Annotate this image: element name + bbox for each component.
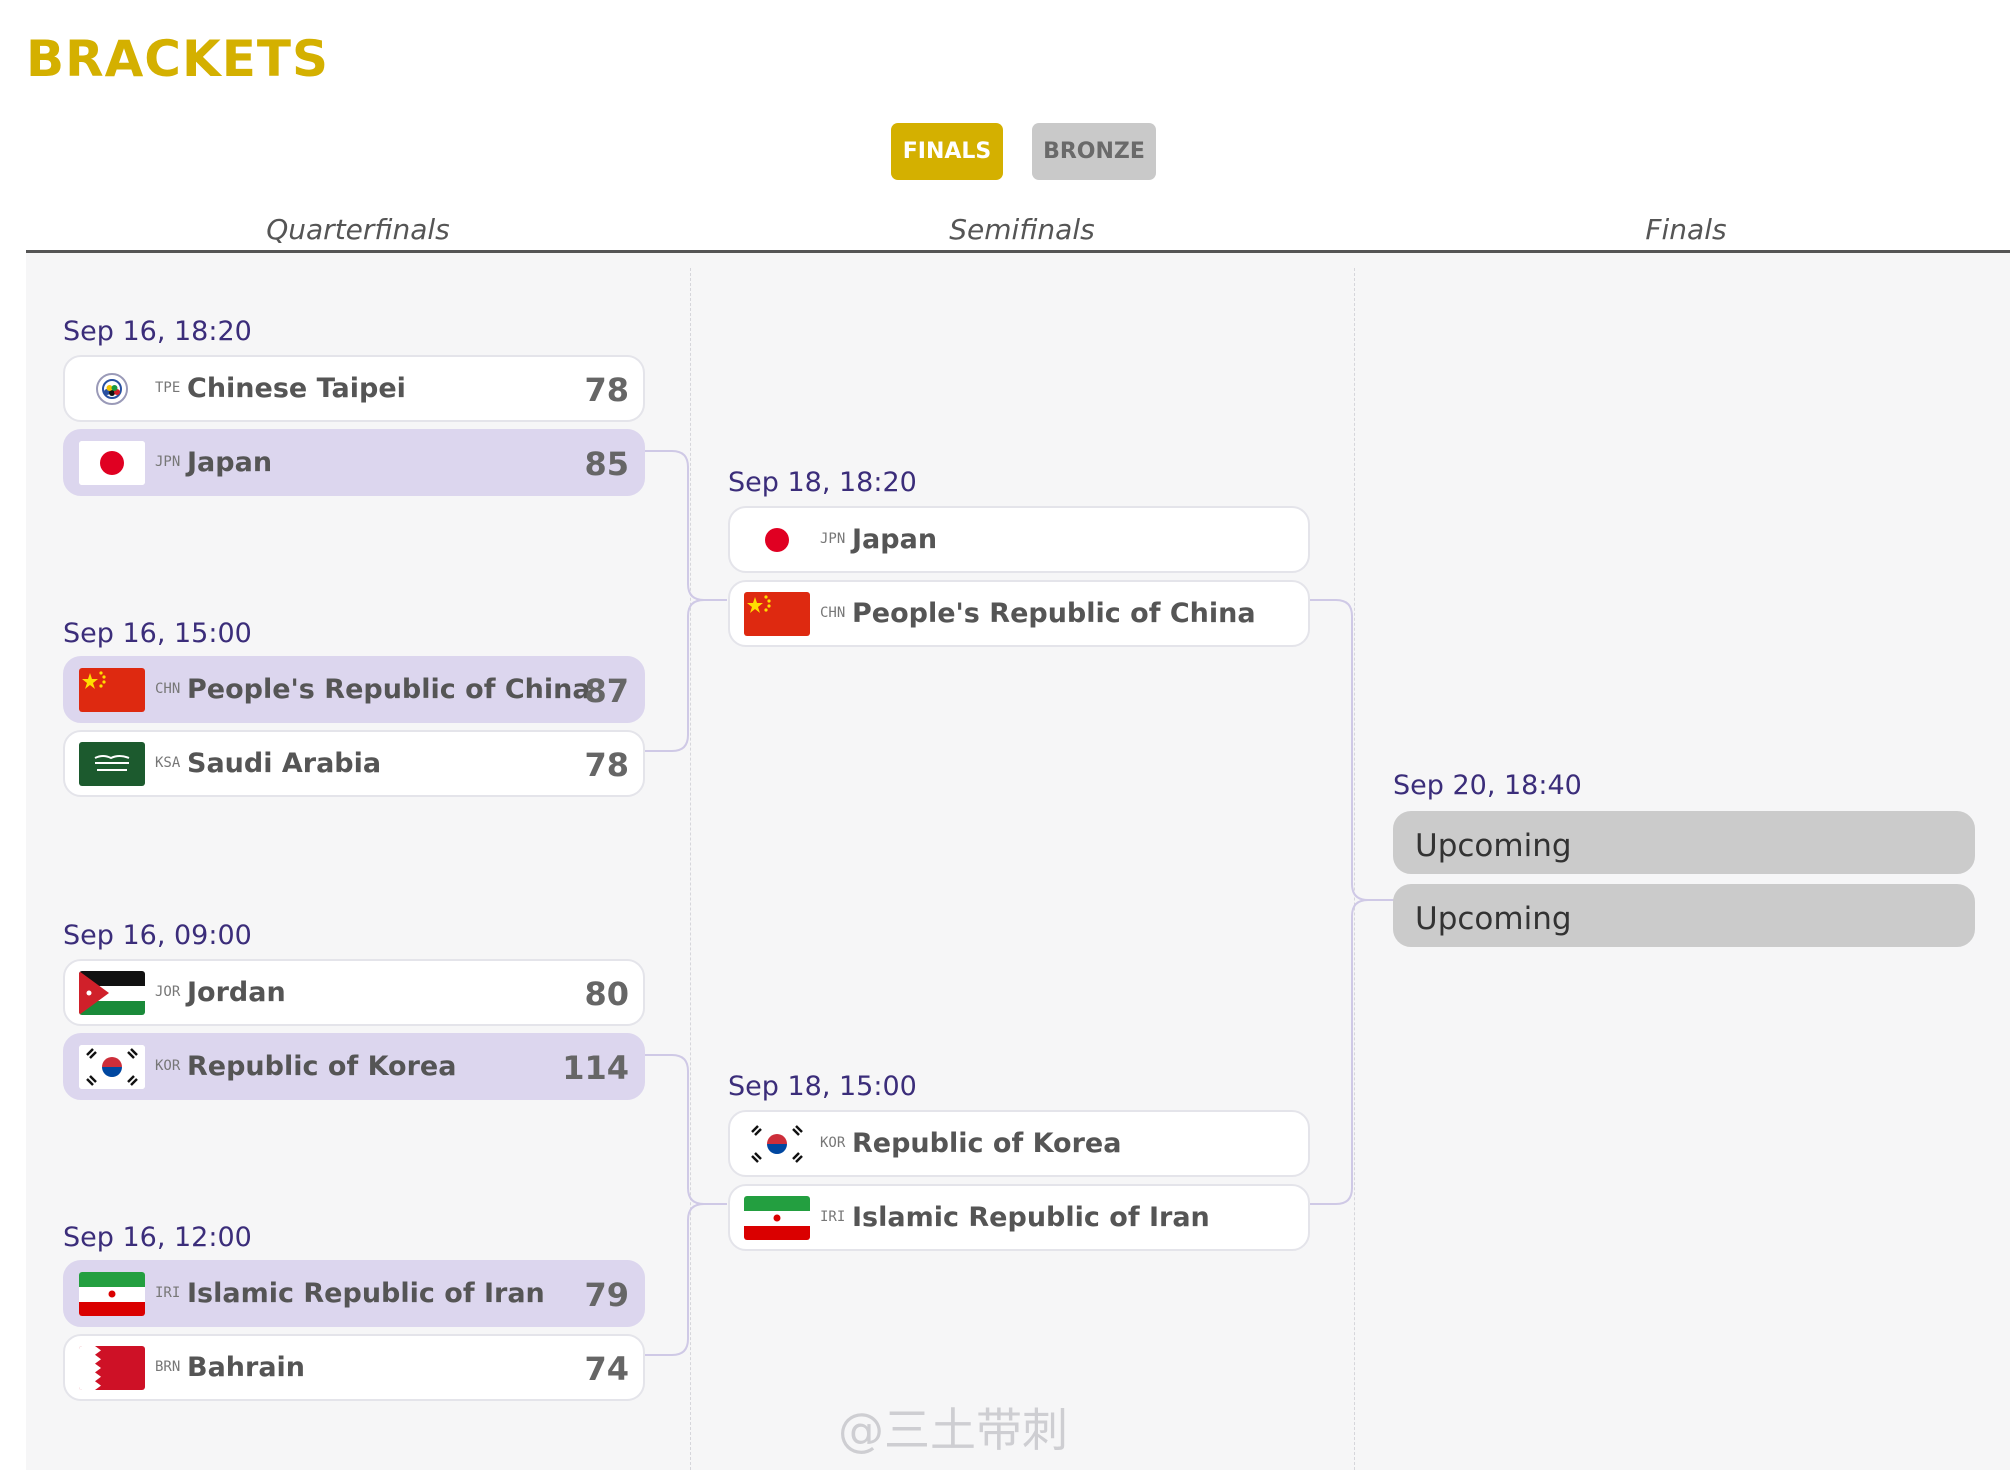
team-code: IRI (155, 1285, 181, 1301)
watermark-text: @三土带刺 (838, 1403, 1068, 1457)
iran-flag-icon (744, 1196, 810, 1240)
team-score: 80 (584, 975, 629, 1013)
match-date: Sep 16, 12:00 (63, 1222, 252, 1253)
team-name: Jordan (187, 977, 286, 1008)
team-code: KOR (155, 1058, 181, 1074)
match-date: Sep 20, 18:40 (1393, 770, 1582, 801)
team-code: KSA (155, 755, 181, 771)
team-score: 74 (584, 1350, 629, 1388)
team-name: Japan (852, 524, 938, 555)
korea-flag-icon (79, 1045, 145, 1089)
team-row[interactable]: CHN People's Republic of China (728, 580, 1310, 647)
team-name: People's Republic of China (187, 674, 591, 705)
team-score: 87 (584, 672, 629, 710)
team-code: TPE (155, 380, 181, 396)
team-row-winner[interactable]: KOR Republic of Korea 114 (63, 1033, 645, 1100)
team-code: JOR (155, 984, 181, 1000)
team-code: CHN (155, 681, 181, 697)
team-code: JPN (155, 454, 181, 470)
match-date: Sep 16, 09:00 (63, 920, 252, 951)
saudi-arabia-flag-icon (79, 742, 145, 786)
team-row-upcoming[interactable]: Upcoming (1393, 811, 1975, 874)
team-code: JPN (820, 531, 846, 547)
team-name: Bahrain (187, 1352, 306, 1383)
team-code: KOR (820, 1135, 846, 1151)
team-row[interactable]: KSA Saudi Arabia 78 (63, 730, 645, 797)
team-row-winner[interactable]: JPN Japan 85 (63, 429, 645, 496)
team-row-winner[interactable]: CHN People's Republic of China 87 (63, 656, 645, 723)
team-row[interactable]: IRI Islamic Republic of Iran (728, 1184, 1310, 1251)
team-score: 78 (584, 746, 629, 784)
team-row-upcoming[interactable]: Upcoming (1393, 884, 1975, 947)
chinese-taipei-flag-icon (79, 367, 145, 411)
team-name: People's Republic of China (852, 598, 1256, 629)
team-name: Islamic Republic of Iran (852, 1202, 1210, 1233)
team-name: Republic of Korea (852, 1128, 1122, 1159)
china-flag-icon (744, 592, 810, 636)
bahrain-flag-icon (79, 1346, 145, 1390)
japan-flag-icon (744, 518, 810, 562)
team-code: BRN (155, 1359, 181, 1375)
japan-flag-icon (79, 441, 145, 485)
team-score: 79 (584, 1276, 629, 1314)
china-flag-icon (79, 668, 145, 712)
team-row[interactable]: JOR Jordan 80 (63, 959, 645, 1026)
match-date: Sep 16, 15:00 (63, 618, 252, 649)
korea-flag-icon (744, 1122, 810, 1166)
jordan-flag-icon (79, 971, 145, 1015)
team-name: Republic of Korea (187, 1051, 457, 1082)
team-row-winner[interactable]: IRI Islamic Republic of Iran 79 (63, 1260, 645, 1327)
team-row[interactable]: TPE Chinese Taipei 78 (63, 355, 645, 422)
team-score: 85 (584, 445, 629, 483)
team-score: 114 (562, 1049, 629, 1087)
upcoming-label: Upcoming (1415, 901, 1572, 937)
team-code: CHN (820, 605, 846, 621)
team-code: IRI (820, 1209, 846, 1225)
team-name: Japan (187, 447, 273, 478)
team-name: Islamic Republic of Iran (187, 1278, 545, 1309)
match-date: Sep 16, 18:20 (63, 316, 252, 347)
team-score: 78 (584, 371, 629, 409)
iran-flag-icon (79, 1272, 145, 1316)
upcoming-label: Upcoming (1415, 828, 1572, 864)
team-row[interactable]: JPN Japan (728, 506, 1310, 573)
team-name: Chinese Taipei (187, 373, 406, 404)
match-date: Sep 18, 18:20 (728, 467, 917, 498)
team-row[interactable]: BRN Bahrain 74 (63, 1334, 645, 1401)
team-row[interactable]: KOR Republic of Korea (728, 1110, 1310, 1177)
brackets-page: BRACKETS FINALS BRONZE Quarterfinals Sem… (0, 0, 2010, 1470)
team-name: Saudi Arabia (187, 748, 382, 779)
match-date: Sep 18, 15:00 (728, 1071, 917, 1102)
